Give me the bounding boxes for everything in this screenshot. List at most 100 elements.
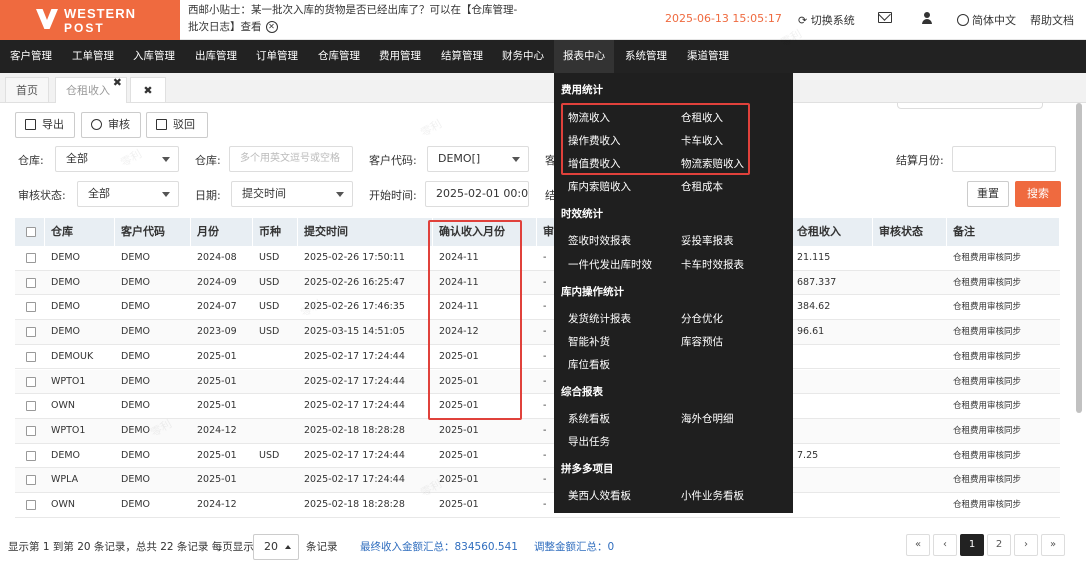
nav-item-inbound[interactable]: 入库管理 (127, 40, 181, 73)
col-currency[interactable]: 币种 (253, 218, 298, 246)
page-scrollbar[interactable] (1076, 103, 1082, 413)
cell-rent-income: 96.61 (797, 326, 825, 338)
nav-item-customers[interactable]: 客户管理 (4, 40, 58, 73)
close-tip-icon[interactable]: ✕ (265, 21, 278, 33)
row-checkbox[interactable] (26, 253, 36, 263)
menu-warehouse-optimize[interactable]: 分仓优化 (681, 311, 723, 326)
audit-button[interactable]: 审核 (81, 112, 141, 138)
tab-rent-income[interactable]: 仓租收入 ✖ (55, 76, 127, 103)
next-page-button[interactable]: › (1014, 534, 1038, 556)
nav-item-channels[interactable]: 渠道管理 (681, 40, 735, 73)
col-submit-time[interactable]: 提交时间 (298, 218, 433, 246)
first-page-button[interactable]: « (906, 534, 930, 556)
menu-rent-cost[interactable]: 仓租成本 (681, 179, 723, 194)
brand-logo[interactable]: WESTERN POST (0, 0, 180, 40)
search-button[interactable]: 搜索 (1015, 181, 1061, 207)
table-row[interactable]: DEMO DEMO 2024-09 USD 2025-02-26 16:25:47 202… (15, 270, 1060, 296)
table-row[interactable]: DEMO DEMO 2024-07 USD 2025-02-26 17:46:35 202… (15, 295, 1060, 321)
settle-month-input[interactable] (952, 146, 1056, 172)
menu-capacity-forecast[interactable]: 库容预估 (681, 334, 723, 349)
export-button[interactable]: 导出 (15, 112, 75, 138)
table-row[interactable]: WPTO1 DEMO 2025-01 2025-02-17 17:24:44 2025-… (15, 369, 1060, 395)
tab-home[interactable]: 首页 (5, 77, 49, 103)
col-warehouse[interactable]: 仓库 (45, 218, 115, 246)
nav-item-tickets[interactable]: 工单管理 (66, 40, 120, 73)
close-all-tabs-button[interactable]: ✖ (130, 77, 166, 103)
cell-currency: USD (259, 276, 280, 288)
page-size-select[interactable]: 20 (253, 534, 299, 560)
help-docs-link[interactable]: 帮助文档 (1030, 12, 1074, 28)
nav-item-system[interactable]: 系统管理 (619, 40, 673, 73)
row-checkbox[interactable] (26, 302, 36, 313)
col-customer-code[interactable]: 客户代码 (115, 218, 191, 246)
reset-button[interactable]: 重置 (967, 181, 1009, 207)
nav-item-settlement[interactable]: 结算管理 (435, 40, 489, 73)
menu-location-board[interactable]: 库位看板 (568, 357, 610, 372)
menu-warehouse-claim-income[interactable]: 库内索赔收入 (568, 179, 631, 194)
menu-delivery-rate[interactable]: 妥投率报表 (681, 233, 734, 248)
row-checkbox[interactable] (26, 425, 36, 436)
nav-item-warehouse[interactable]: 仓库管理 (312, 40, 366, 73)
switch-system-button[interactable]: ⟳ 切换系统 (798, 12, 855, 28)
table-row[interactable]: DEMO DEMO 2025-01 USD 2025-02-17 17:24:44 202… (15, 443, 1060, 469)
cell-confirm-month: 2025-01 (439, 449, 479, 461)
cell-rent-income: 21.115 (797, 252, 831, 263)
table-row[interactable]: WPTO1 DEMO 2024-12 2025-02-18 18:28:28 2025-… (15, 418, 1060, 444)
table-row[interactable]: DEMO DEMO 2024-08 USD 2025-02-26 17:50:11 202… (15, 246, 1060, 271)
prev-page-button[interactable]: ‹ (933, 534, 957, 556)
nav-item-fees[interactable]: 费用管理 (373, 40, 427, 73)
audit-status-select[interactable]: 全部 (77, 181, 179, 207)
row-checkbox[interactable] (26, 500, 36, 510)
menu-truck-timeliness[interactable]: 卡车时效报表 (681, 257, 744, 272)
col-remark[interactable]: 备注 (947, 218, 1060, 246)
menu-small-item-board[interactable]: 小件业务看板 (681, 488, 744, 503)
warehouse-select[interactable]: 全部 (55, 146, 179, 172)
table-row[interactable]: OWN DEMO 2024-12 2025-02-18 18:28:28 2025-01… (15, 493, 1060, 518)
menu-overseas-detail[interactable]: 海外仓明细 (681, 411, 734, 426)
warehouse2-label: 仓库: (195, 154, 221, 167)
row-checkbox[interactable] (26, 351, 36, 362)
row-checkbox[interactable] (26, 327, 36, 338)
menu-shipping-stats[interactable]: 发货统计报表 (568, 311, 631, 326)
warehouse-multi-input[interactable]: 多个用英文逗号或空格 (229, 146, 353, 172)
cell-customer-code: DEMO (121, 449, 150, 461)
row-checkbox[interactable] (26, 401, 36, 412)
col-rent-income[interactable]: 仓租收入 (791, 218, 873, 246)
language-selector[interactable]: 简体中文 (957, 12, 1016, 28)
menu-uswest-efficiency[interactable]: 美西人效看板 (568, 488, 631, 503)
row-checkbox[interactable] (26, 450, 36, 461)
cell-rent-income: 384.62 (797, 301, 831, 313)
nav-item-reports[interactable]: 报表中心 (554, 40, 614, 73)
customer-code-select[interactable]: DEMO[] (427, 146, 529, 172)
menu-smart-replenish[interactable]: 智能补货 (568, 334, 610, 349)
table-row[interactable]: WPLA DEMO 2025-01 2025-02-17 17:24:44 2025-0… (15, 468, 1060, 493)
select-all-checkbox[interactable] (26, 227, 36, 237)
row-checkbox[interactable] (26, 475, 36, 486)
page-2-button[interactable]: 2 (987, 534, 1011, 556)
nav-item-outbound[interactable]: 出库管理 (189, 40, 243, 73)
close-tab-icon[interactable]: ✖ (113, 70, 122, 96)
menu-signoff-timeliness[interactable]: 签收时效报表 (568, 233, 631, 248)
cell-rent-income (791, 370, 873, 394)
start-time-input[interactable]: 2025-02-01 00:0 (425, 181, 529, 207)
col-audit-status[interactable]: 审核状态 (873, 218, 947, 246)
table-row[interactable]: DEMOUK DEMO 2025-01 2025-02-17 17:24:44 2025… (15, 344, 1060, 370)
cell-confirm-month: 2025-01 (439, 424, 479, 436)
menu-dropship-timeliness[interactable]: 一件代发出库时效 (568, 257, 652, 272)
export-icon (25, 119, 36, 130)
row-checkbox[interactable] (26, 376, 36, 387)
date-type-select[interactable]: 提交时间 (231, 181, 353, 207)
last-page-button[interactable]: » (1041, 534, 1065, 556)
user-icon[interactable] (922, 12, 932, 24)
nav-item-orders[interactable]: 订单管理 (250, 40, 304, 73)
nav-item-finance[interactable]: 财务中心 (496, 40, 550, 73)
col-month[interactable]: 月份 (191, 218, 253, 246)
table-row[interactable]: OWN DEMO 2025-01 2025-02-17 17:24:44 2025-01… (15, 394, 1060, 419)
mail-icon[interactable] (878, 12, 892, 23)
page-1-button[interactable]: 1 (960, 534, 984, 556)
reject-button[interactable]: 驳回 (146, 112, 208, 138)
menu-export-tasks[interactable]: 导出任务 (568, 434, 610, 449)
table-row[interactable]: DEMO DEMO 2023-09 USD 2025-03-15 14:51:05 202… (15, 320, 1060, 345)
row-checkbox[interactable] (26, 277, 36, 288)
menu-system-board[interactable]: 系统看板 (568, 411, 610, 426)
